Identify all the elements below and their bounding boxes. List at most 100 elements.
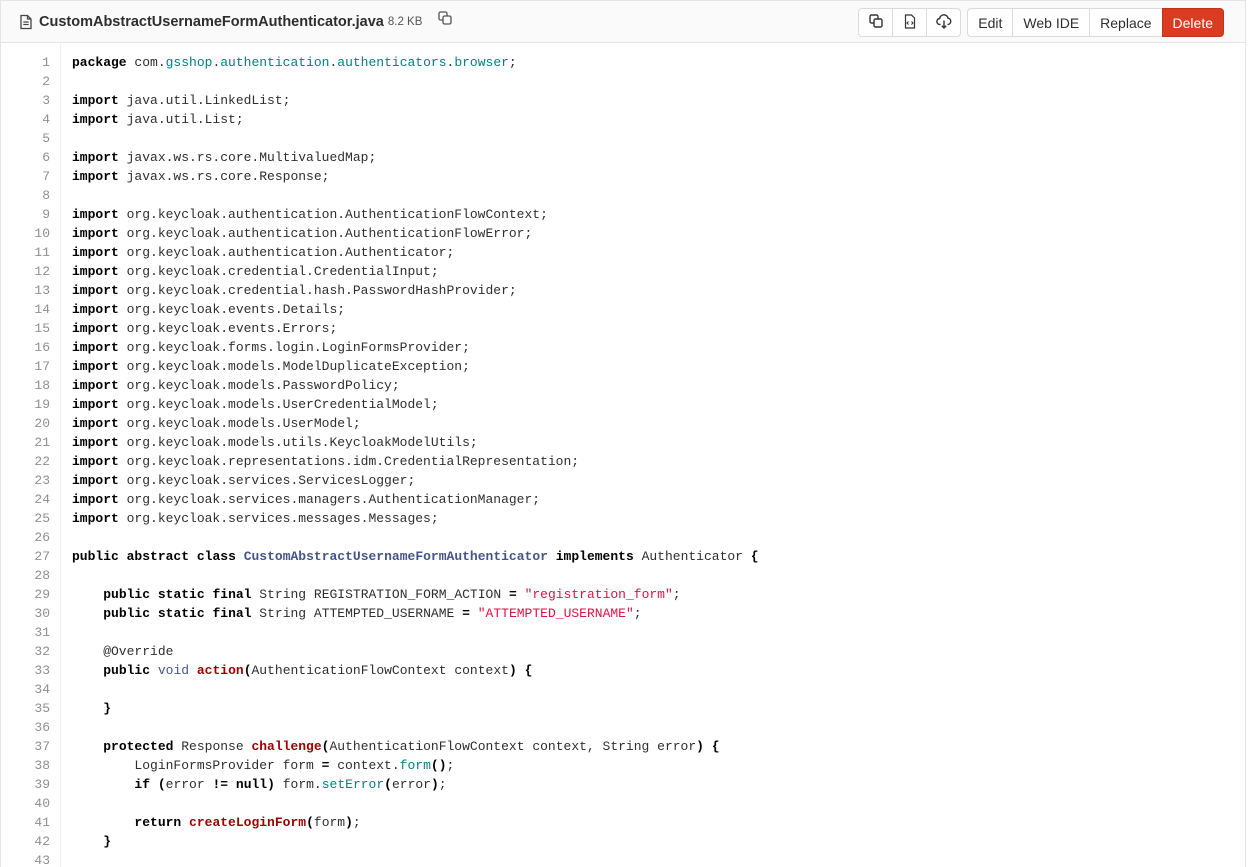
code-token: org.keycloak.representations.idm.Credent…	[118, 454, 580, 469]
code-token: form.	[274, 777, 322, 792]
code-token: abstract	[126, 549, 190, 564]
code-token: void	[157, 663, 190, 678]
line-number[interactable]: 20	[1, 414, 60, 433]
code-line: if (error != null) form.setError(error);	[72, 775, 759, 794]
code-token: org.keycloak.authentication.Authenticati…	[118, 226, 533, 241]
code-token: ;	[508, 55, 517, 70]
line-number[interactable]: 30	[1, 604, 60, 623]
line-number[interactable]: 37	[1, 737, 60, 756]
copy-path-icon[interactable]	[438, 10, 454, 27]
code-token: import	[72, 359, 119, 374]
code-token: class	[196, 549, 236, 564]
copy-contents-button[interactable]	[858, 8, 894, 37]
line-number[interactable]: 14	[1, 300, 60, 319]
code-token: error	[165, 777, 213, 792]
line-number[interactable]: 38	[1, 756, 60, 775]
line-number[interactable]: 10	[1, 224, 60, 243]
code-token: )	[345, 815, 353, 830]
edit-button[interactable]: Edit	[967, 8, 1014, 37]
code-token: String ATTEMPTED_USERNAME	[251, 606, 463, 621]
code-token: org.keycloak.credential.hash.PasswordHas…	[118, 283, 517, 298]
code-line: import org.keycloak.forms.login.LoginFor…	[72, 338, 759, 357]
code-token: }	[103, 834, 112, 849]
line-number[interactable]: 31	[1, 623, 60, 642]
download-icon	[935, 13, 952, 32]
code-token: public	[103, 606, 151, 621]
code-token: import	[72, 492, 119, 507]
line-number[interactable]: 35	[1, 699, 60, 718]
line-number[interactable]: 36	[1, 718, 60, 737]
open-raw-button[interactable]	[892, 8, 928, 37]
line-number[interactable]: 32	[1, 642, 60, 661]
line-number[interactable]: 3	[1, 91, 60, 110]
code-line: package com.gsshop.authentication.authen…	[72, 53, 759, 72]
code-token: LoginFormsProvider form	[72, 758, 322, 773]
line-number[interactable]: 6	[1, 148, 60, 167]
line-number[interactable]: 7	[1, 167, 60, 186]
line-number[interactable]: 33	[1, 661, 60, 680]
line-number[interactable]: 34	[1, 680, 60, 699]
code-line: import org.keycloak.services.managers.Au…	[72, 490, 759, 509]
replace-button[interactable]: Replace	[1089, 8, 1163, 37]
code-token: import	[72, 112, 119, 127]
web-ide-button[interactable]: Web IDE	[1012, 8, 1091, 37]
delete-button[interactable]: Delete	[1161, 8, 1224, 37]
line-number[interactable]: 21	[1, 433, 60, 452]
line-number[interactable]: 26	[1, 528, 60, 547]
code-token: import	[72, 207, 119, 222]
line-number[interactable]: 12	[1, 262, 60, 281]
line-number[interactable]: 18	[1, 376, 60, 395]
line-number[interactable]: 5	[1, 129, 60, 148]
line-number[interactable]: 25	[1, 509, 60, 528]
code-token: import	[72, 93, 119, 108]
line-number[interactable]: 11	[1, 243, 60, 262]
code-line: import org.keycloak.models.UserCredentia…	[72, 395, 759, 414]
code-token: org.keycloak.authentication.Authenticato…	[118, 245, 455, 260]
line-number[interactable]: 8	[1, 186, 60, 205]
line-number[interactable]: 13	[1, 281, 60, 300]
code-content: package com.gsshop.authentication.authen…	[61, 43, 759, 867]
code-token: if	[134, 777, 151, 792]
line-number[interactable]: 16	[1, 338, 60, 357]
code-line: public static final String ATTEMPTED_USE…	[72, 604, 759, 623]
line-number[interactable]: 43	[1, 851, 60, 867]
line-number[interactable]: 29	[1, 585, 60, 604]
line-number[interactable]: 27	[1, 547, 60, 566]
line-number[interactable]: 40	[1, 794, 60, 813]
line-number[interactable]: 22	[1, 452, 60, 471]
line-number[interactable]: 39	[1, 775, 60, 794]
code-token: authentication	[220, 55, 330, 70]
line-number[interactable]: 23	[1, 471, 60, 490]
code-token: )	[430, 777, 439, 792]
line-number[interactable]: 9	[1, 205, 60, 224]
code-token: public	[103, 587, 151, 602]
line-number[interactable]: 42	[1, 832, 60, 851]
line-number[interactable]: 1	[1, 53, 60, 72]
download-button[interactable]	[926, 8, 962, 37]
line-number[interactable]: 19	[1, 395, 60, 414]
code-token: createLoginForm	[189, 815, 307, 830]
line-number[interactable]: 24	[1, 490, 60, 509]
line-number[interactable]: 41	[1, 813, 60, 832]
code-line: }	[72, 699, 759, 718]
copy-contents-icon	[869, 14, 883, 31]
code-token: context.	[329, 758, 400, 773]
line-number[interactable]: 15	[1, 319, 60, 338]
line-number[interactable]: 17	[1, 357, 60, 376]
code-token: import	[72, 454, 119, 469]
line-number[interactable]: 4	[1, 110, 60, 129]
line-number[interactable]: 2	[1, 72, 60, 91]
line-number[interactable]: 28	[1, 566, 60, 585]
code-line: import org.keycloak.representations.idm.…	[72, 452, 759, 471]
code-line: import org.keycloak.models.UserModel;	[72, 414, 759, 433]
code-token: org.keycloak.models.PasswordPolicy;	[118, 378, 400, 393]
